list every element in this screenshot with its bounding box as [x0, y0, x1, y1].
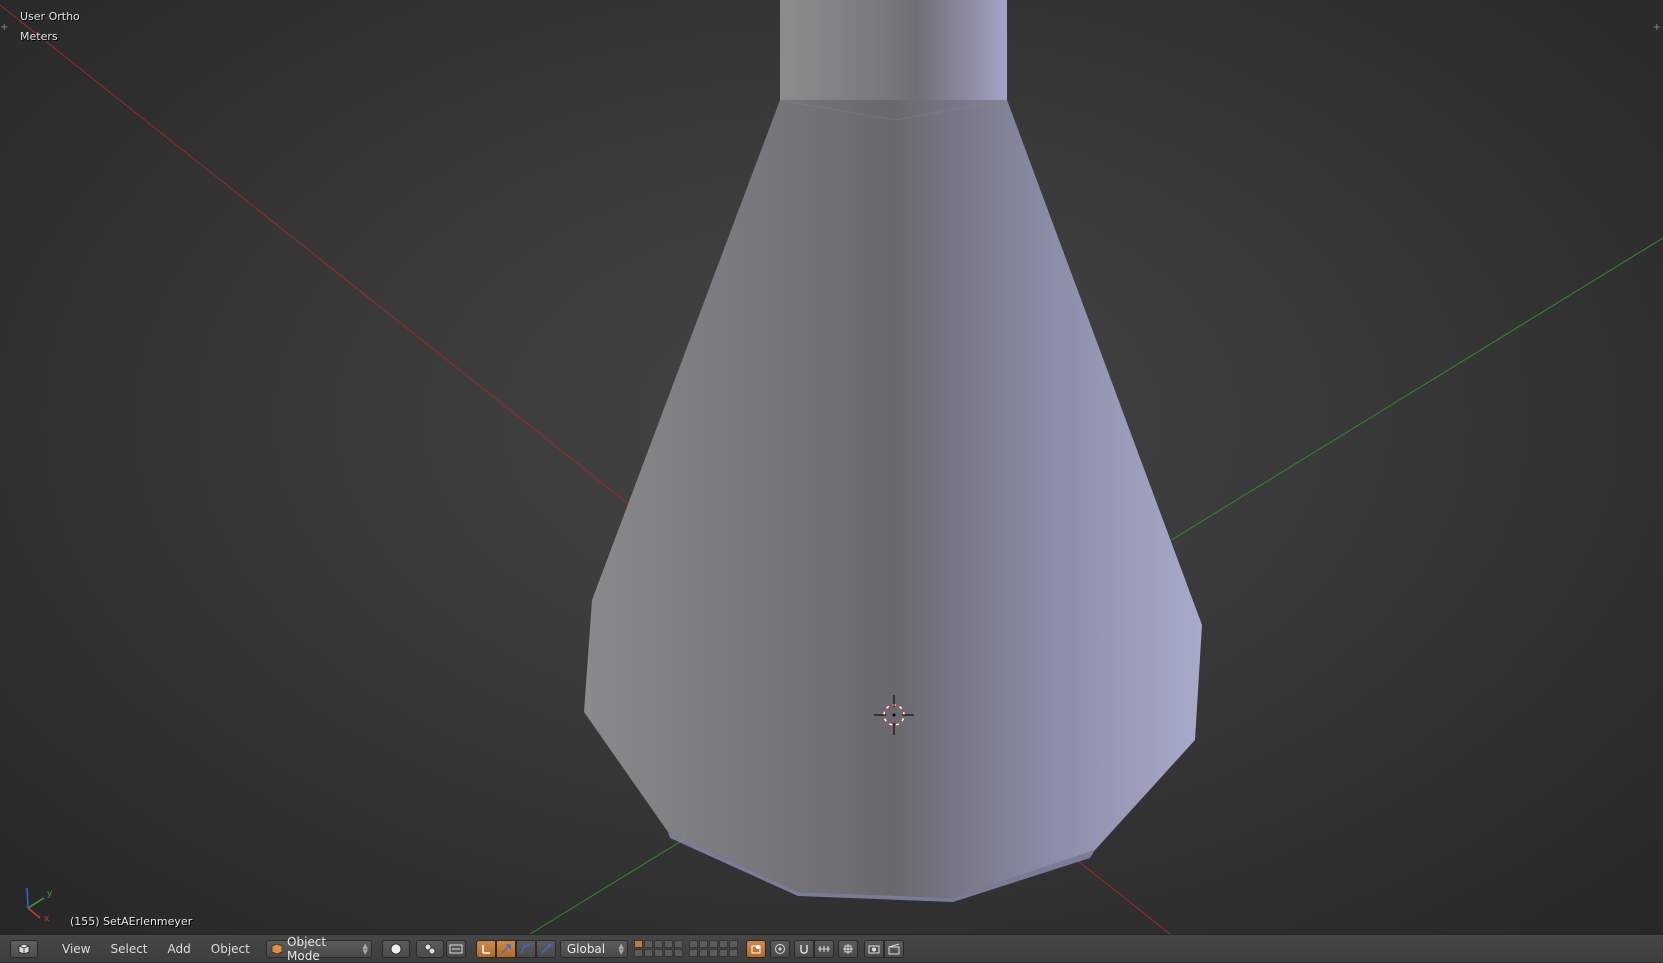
- snap-element-selector[interactable]: [813, 939, 834, 958]
- proportional-editing-icon: [774, 943, 785, 954]
- proportional-editing-toggle[interactable]: [769, 939, 790, 958]
- object-info-label: (155) SetAErlenmeyer: [70, 915, 193, 928]
- units-label: Meters: [20, 30, 58, 43]
- dropdown-arrows-icon: ▲ ▼: [618, 941, 624, 956]
- layer-button[interactable]: [728, 940, 738, 948]
- dot-center-icon: [449, 944, 463, 953]
- mode-selector-label: Object Mode: [287, 934, 327, 963]
- layer-button[interactable]: [708, 949, 718, 957]
- render-opengl-image-button[interactable]: [863, 939, 884, 958]
- object-mode-cube-icon: [271, 943, 283, 954]
- scale-manipulator-button[interactable]: [535, 939, 556, 958]
- pivot-point-selector[interactable]: [415, 939, 444, 958]
- layer-button[interactable]: [673, 940, 683, 948]
- layer-button[interactable]: [698, 949, 708, 957]
- manipulate-center-button[interactable]: [445, 939, 466, 958]
- magnet-icon: [800, 944, 808, 954]
- layer-button[interactable]: [653, 949, 663, 957]
- pivot-point-icon: [424, 943, 436, 954]
- layer-button[interactable]: [728, 949, 738, 957]
- camera-icon: [868, 945, 880, 953]
- layer-button[interactable]: [673, 949, 683, 957]
- scene-layers-group-1[interactable]: [633, 940, 683, 957]
- dropdown-arrows-icon: ▲ ▼: [362, 941, 368, 956]
- area-split-widget-right[interactable]: +: [1653, 22, 1661, 33]
- translate-manipulator-button[interactable]: [495, 939, 516, 958]
- object-menu[interactable]: Object: [201, 942, 260, 956]
- transform-orientation-label: Global: [566, 941, 606, 956]
- lock-camera-to-layers-toggle[interactable]: [745, 939, 766, 958]
- layer-button[interactable]: [663, 940, 673, 948]
- editor-type-selector[interactable]: [10, 939, 38, 958]
- layer-button[interactable]: [718, 940, 728, 948]
- layer-button[interactable]: [643, 949, 653, 957]
- scale-icon: [541, 943, 551, 954]
- layer-button[interactable]: [633, 949, 643, 957]
- scene-layers-group-2[interactable]: [688, 940, 738, 957]
- arrow-icon: [501, 943, 511, 954]
- layer-button[interactable]: [688, 940, 698, 948]
- layer-button[interactable]: [718, 949, 728, 957]
- snap-target-icon: [842, 943, 853, 954]
- 3d-viewport-icon: [18, 943, 30, 954]
- rotate-arc-icon: [521, 943, 530, 953]
- view-name-label: User Ortho: [20, 10, 80, 23]
- solid-shading-icon: [390, 943, 402, 954]
- transform-manipulator-toggle[interactable]: [475, 939, 496, 958]
- svg-text:y: y: [47, 889, 53, 899]
- viewport-header: View Select Add Object Object Mode ▲ ▼ Gl…: [0, 934, 1663, 963]
- layer-button[interactable]: [653, 940, 663, 948]
- rotate-manipulator-button[interactable]: [515, 939, 536, 958]
- 3d-viewport[interactable]: y x User Ortho Meters (155) SetAErlenmey…: [0, 0, 1663, 934]
- erlenmeyer-flask-mesh[interactable]: [584, 0, 1202, 902]
- mode-selector[interactable]: Object Mode ▲ ▼: [265, 935, 372, 963]
- layers-lock-icon: [751, 944, 761, 953]
- transform-orientation-selector[interactable]: Global ▲ ▼: [559, 939, 628, 958]
- snap-toggle[interactable]: [793, 939, 814, 958]
- manipulator-icon: [482, 944, 490, 954]
- layer-button[interactable]: [643, 940, 653, 948]
- render-opengl-animation-button[interactable]: [883, 939, 904, 958]
- clapperboard-icon: [888, 943, 900, 954]
- snap-target-button[interactable]: [837, 939, 858, 958]
- viewport-shading-selector[interactable]: [381, 939, 410, 958]
- snap-increment-icon: [817, 945, 830, 952]
- layer-button[interactable]: [708, 940, 718, 948]
- layer-button[interactable]: [633, 940, 643, 948]
- add-menu[interactable]: Add: [158, 942, 201, 956]
- layer-button[interactable]: [663, 949, 673, 957]
- view-menu[interactable]: View: [52, 942, 100, 956]
- layer-button[interactable]: [698, 940, 708, 948]
- svg-text:x: x: [44, 914, 50, 924]
- axis-gizmo: y x: [26, 887, 53, 924]
- select-menu[interactable]: Select: [100, 942, 157, 956]
- area-split-widget-left[interactable]: +: [0, 22, 8, 33]
- layer-button[interactable]: [688, 949, 698, 957]
- viewport-scene[interactable]: y x: [0, 0, 1663, 934]
